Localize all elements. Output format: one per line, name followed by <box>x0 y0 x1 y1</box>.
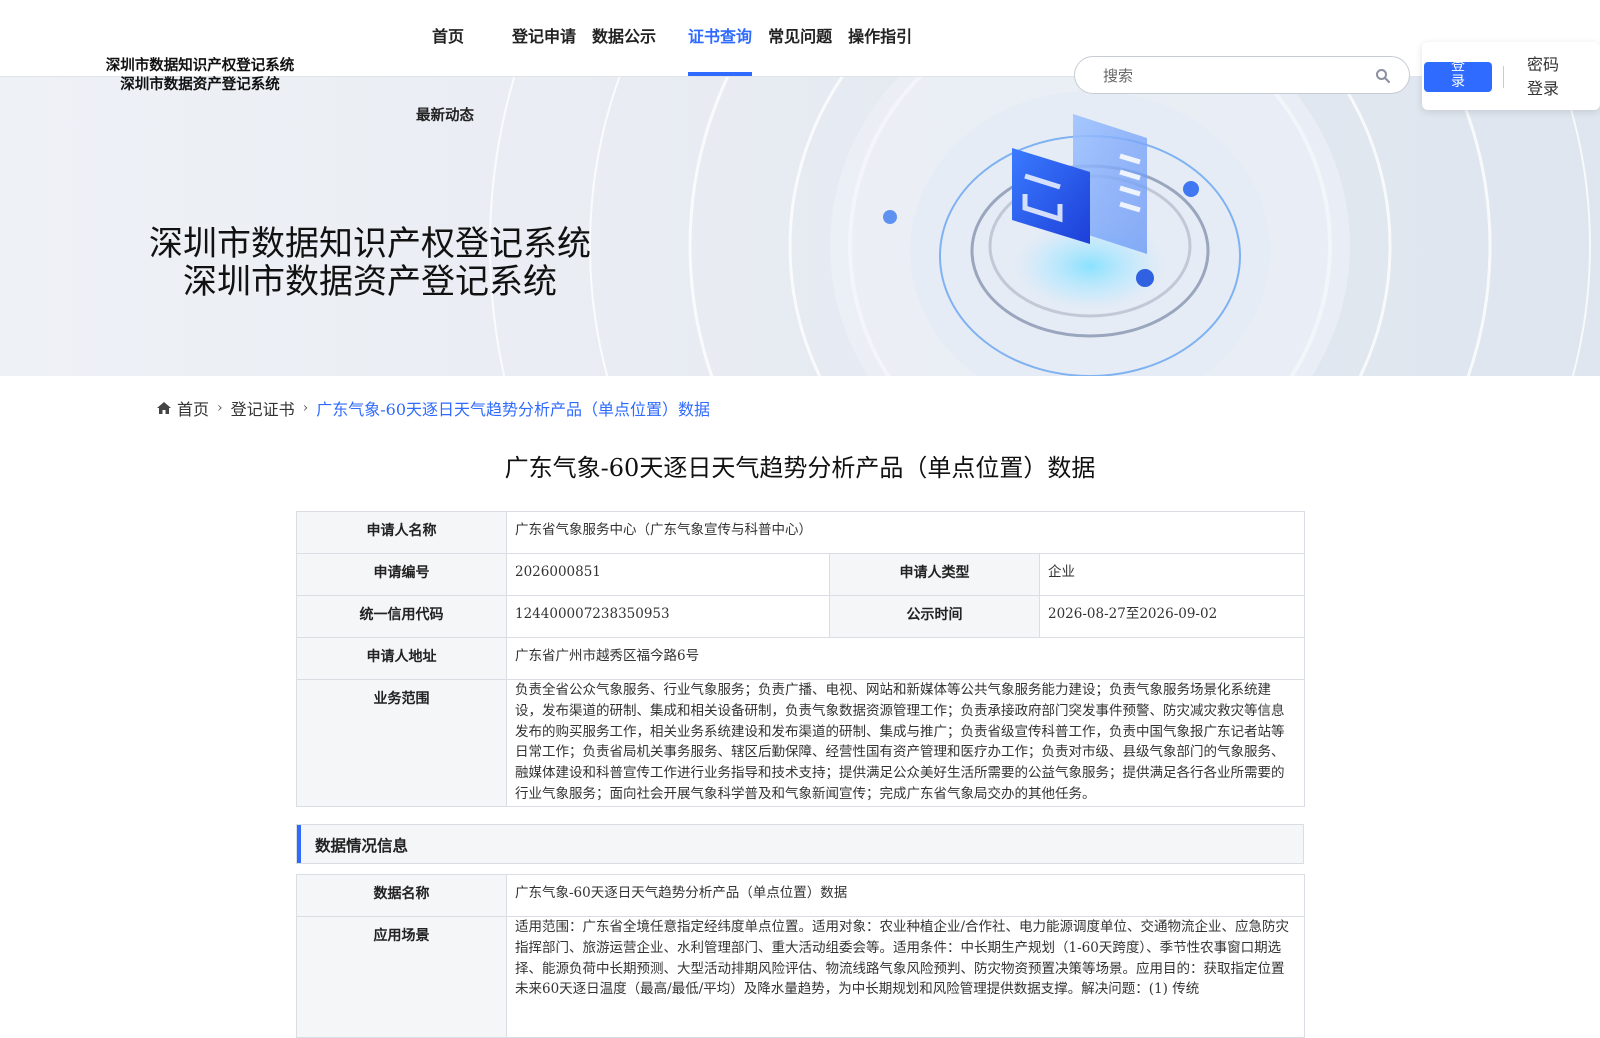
breadcrumb-home[interactable]: 首页 <box>177 396 209 420</box>
page-title: 广东气象-60天逐日天气趋势分析产品（单点位置）数据 <box>504 454 1096 482</box>
login-divider <box>1503 66 1504 88</box>
search-box <box>1074 56 1410 94</box>
credit-code-value: 124400007238350953 <box>507 596 830 637</box>
data-info-section-header: 数据情况信息 <box>296 824 1304 864</box>
table-row: 申请人名称 广东省气象服务中心（广东气象宣传与科普中心） <box>297 512 1305 554</box>
login-button[interactable]: 登 录 <box>1424 62 1492 92</box>
banner-title-line-2: 深圳市数据资产登记系统 <box>183 262 557 302</box>
table-row: 统一信用代码 124400007238350953 公示时间 2026-08-2… <box>297 596 1305 638</box>
nav-data-publicity[interactable]: 数据公示 <box>592 0 672 76</box>
table-row: 申请人地址 广东省广州市越秀区福今路6号 <box>297 638 1305 680</box>
table-row: 应用场景 适用范围：广东省全境任意指定经纬度单点位置。适用对象：农业种植企业/合… <box>297 917 1305 1038</box>
breadcrumb-current: 广东气象-60天逐日天气趋势分析产品（单点位置）数据 <box>316 400 711 419</box>
site-logo[interactable]: 深圳市数据知识产权登记系统 深圳市数据资产登记系统 <box>90 57 310 95</box>
home-icon <box>157 402 171 414</box>
table-row: 申请编号 2026000851 申请人类型 企业 <box>297 554 1305 596</box>
nav-home[interactable]: 首页 <box>418 0 512 76</box>
nav-faq[interactable]: 常见问题 <box>768 0 848 76</box>
search-input[interactable] <box>1101 63 1365 89</box>
data-info-section-title: 数据情况信息 <box>315 837 409 855</box>
banner-title-line-1: 深圳市数据知识产权登记系统 <box>149 224 591 264</box>
banner-title: 深圳市数据知识产权登记系统 深圳市数据资产登记系统 <box>140 225 600 301</box>
hero-banner: 深圳市数据知识产权登记系统 深圳市数据资产登记系统 <box>0 76 1600 376</box>
application-scene-label: 应用场景 <box>297 917 507 1037</box>
chevron-right-icon: › <box>217 400 223 416</box>
table-row: 数据名称 广东气象-60天逐日天气趋势分析产品（单点位置）数据 <box>297 875 1305 917</box>
application-scene-value: 适用范围：广东省全境任意指定经纬度单点位置。适用对象：农业种植企业/合作社、电力… <box>507 917 1305 1037</box>
login-panel: 登 录 密码 登录 <box>1422 42 1600 110</box>
data-name-value: 广东气象-60天逐日天气趋势分析产品（单点位置）数据 <box>507 875 1305 916</box>
breadcrumb: 首页 › 登记证书 › 广东气象-60天逐日天气趋势分析产品（单点位置）数据 <box>157 396 710 420</box>
applicant-info-table: 申请人名称 广东省气象服务中心（广东气象宣传与科普中心） 申请编号 202600… <box>296 511 1305 807</box>
breadcrumb-certificates[interactable]: 登记证书 <box>231 396 295 420</box>
nav-latest-news[interactable]: 最新动态 <box>416 104 474 125</box>
password-login-line-1: 密码 <box>1526 55 1559 74</box>
applicant-name-value: 广东省气象服务中心（广东气象宣传与科普中心） <box>507 512 1305 553</box>
password-login-line-2: 登录 <box>1526 79 1559 98</box>
applicant-type-value: 企业 <box>1040 554 1305 595</box>
table-row: 业务范围 负责全省公众气象服务、行业气象服务；负责广播、电视、网站和新媒体等公共… <box>297 680 1305 807</box>
chevron-right-icon: › <box>302 400 309 416</box>
login-label-line-2: 录 <box>1451 74 1465 90</box>
application-no-value: 2026000851 <box>507 554 830 595</box>
main-nav: 首页 登记申请 数据公示 证书查询 常见问题 操作指引 <box>418 0 928 76</box>
publicity-time-value: 2026-08-27至2026-09-02 <box>1040 596 1305 637</box>
publicity-time-label: 公示时间 <box>830 596 1040 637</box>
applicant-name-label: 申请人名称 <box>297 512 507 553</box>
applicant-type-label: 申请人类型 <box>830 554 1040 595</box>
business-scope-label: 业务范围 <box>297 680 507 806</box>
nav-guide[interactable]: 操作指引 <box>848 0 928 76</box>
password-login-link[interactable]: 密码 登录 <box>1524 53 1562 101</box>
business-scope-value: 负责全省公众气象服务、行业气象服务；负责广播、电视、网站和新媒体等公共气象服务能… <box>507 680 1305 806</box>
applicant-address-label: 申请人地址 <box>297 638 507 679</box>
application-no-label: 申请编号 <box>297 554 507 595</box>
applicant-address-value: 广东省广州市越秀区福今路6号 <box>507 638 1305 679</box>
credit-code-label: 统一信用代码 <box>297 596 507 637</box>
login-label-line-1: 登 <box>1451 62 1465 74</box>
logo-line-1: 深圳市数据知识产权登记系统 <box>105 58 295 74</box>
nav-certificate-query[interactable]: 证书查询 <box>672 0 768 76</box>
data-info-table: 数据名称 广东气象-60天逐日天气趋势分析产品（单点位置）数据 应用场景 适用范… <box>296 874 1305 1038</box>
logo-line-2: 深圳市数据资产登记系统 <box>120 77 280 93</box>
nav-register-apply[interactable]: 登记申请 <box>512 0 592 76</box>
search-icon[interactable] <box>1375 68 1391 84</box>
data-name-label: 数据名称 <box>297 875 507 916</box>
